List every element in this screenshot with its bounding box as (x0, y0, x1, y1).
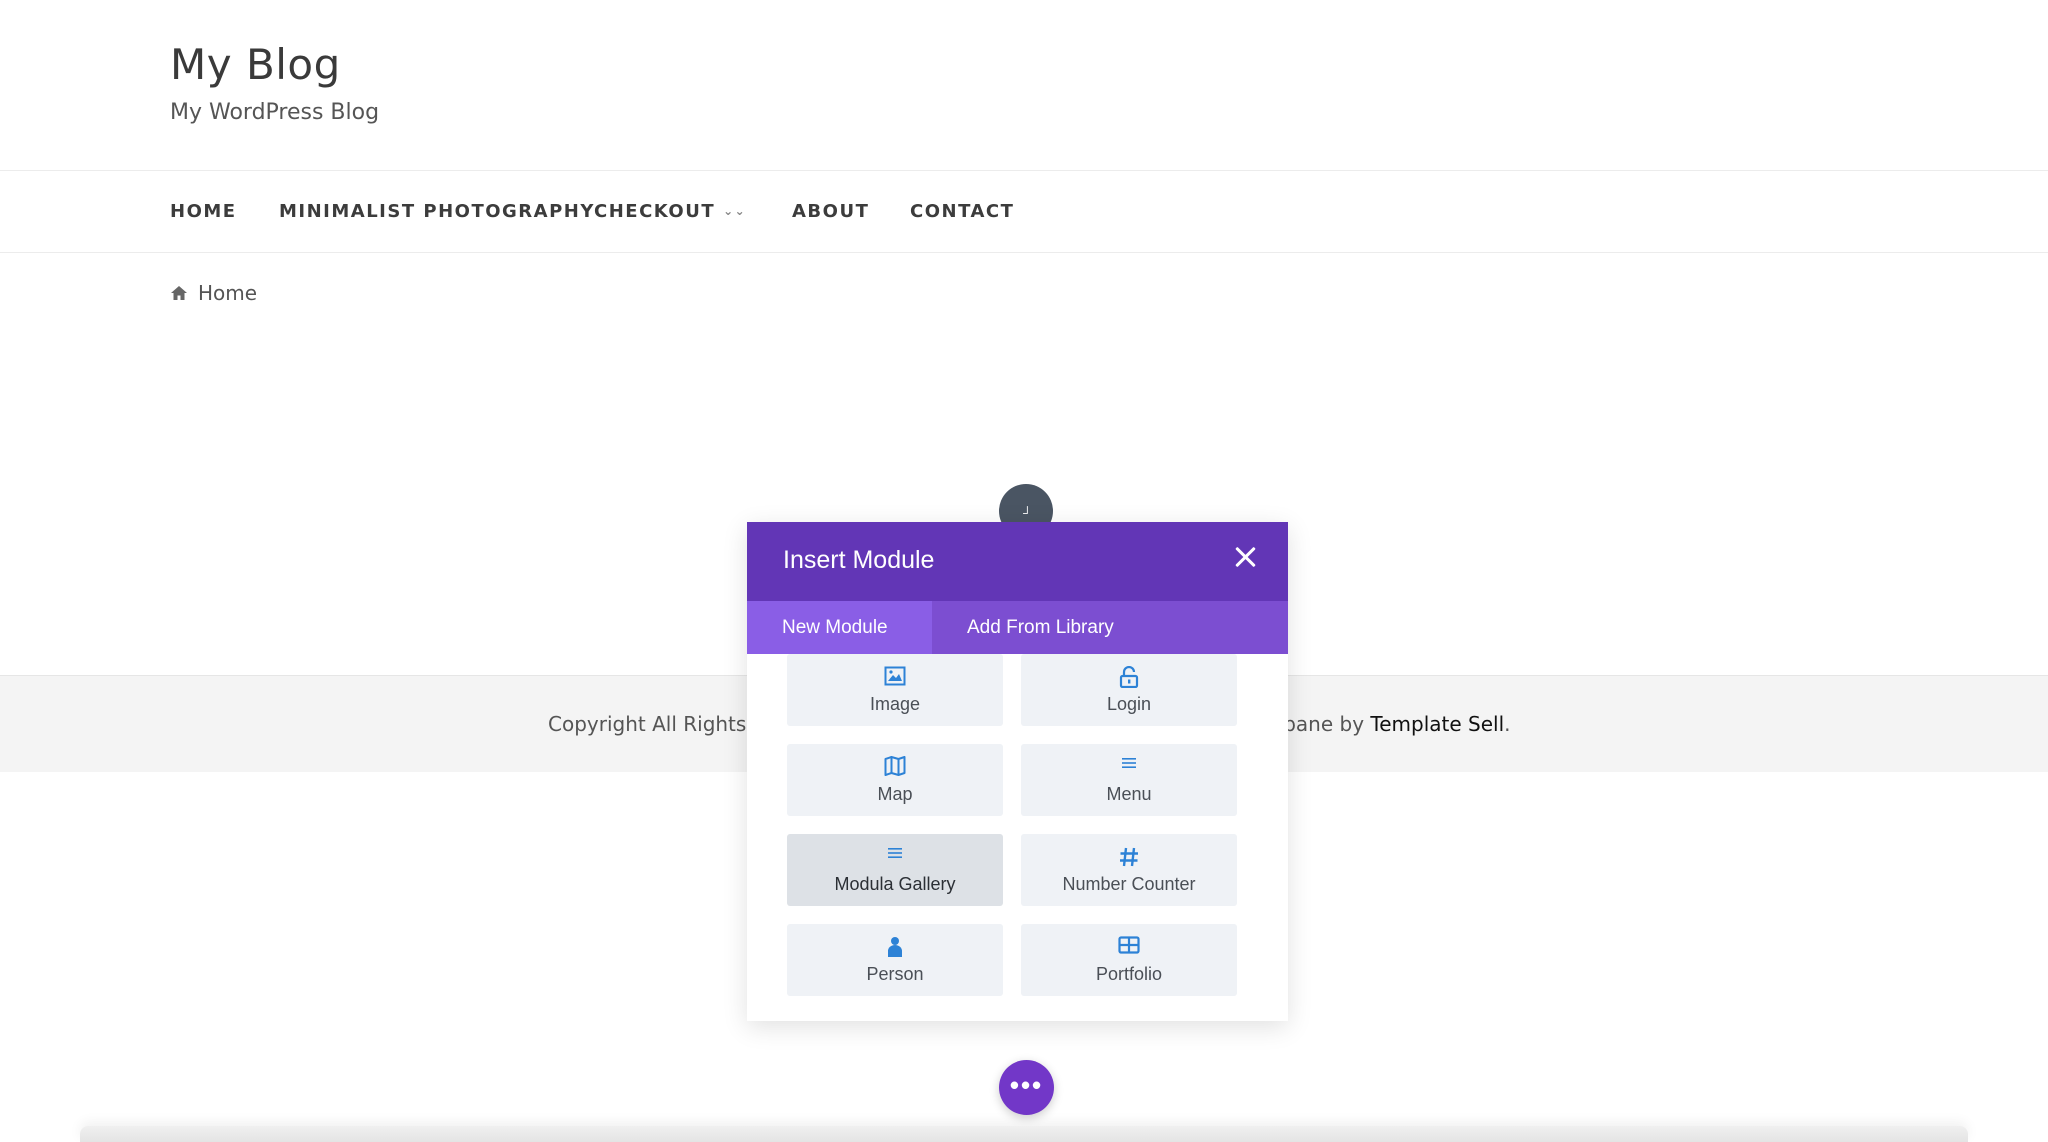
module-label: Map (877, 784, 913, 804)
module-image[interactable]: Image (787, 654, 1003, 726)
more-options-button[interactable]: ••• (999, 1060, 1054, 1115)
module-label: Menu (1106, 784, 1152, 804)
nav-item-label: CONTACT (910, 201, 1015, 222)
module-portfolio[interactable]: Portfolio (1021, 924, 1237, 996)
chevron-down-icon: ⌄⌄ (723, 204, 747, 218)
module-login[interactable]: Login (1021, 654, 1237, 726)
nav-item-label: ABOUT (792, 201, 870, 222)
site-title[interactable]: My Blog (170, 40, 341, 89)
ellipsis-icon: ••• (1009, 1070, 1044, 1100)
module-number-counter[interactable]: Number Counter (1021, 834, 1237, 906)
modal-tabs: New Module Add From Library (747, 601, 1288, 654)
module-label: Login (1106, 694, 1152, 714)
breadcrumb-home-link[interactable]: Home (198, 281, 257, 305)
modal-header: Insert Module (747, 522, 1288, 601)
nav-item-minimalist-photography[interactable]: MINIMALIST PHOTOGRAPHY (279, 201, 595, 222)
module-label: Person (866, 964, 924, 984)
main-navigation: HOME MINIMALIST PHOTOGRAPHY CHECKOUT ⌄⌄ A… (0, 170, 2048, 253)
insert-module-modal: Insert Module New Module Add From Librar… (747, 522, 1288, 1021)
menu-icon (1021, 756, 1237, 778)
site-tagline: My WordPress Blog (170, 100, 380, 125)
footer-credit: rbane by Template Sell. (1275, 712, 1511, 736)
module-grid: Image Login Map Menu Modula Gallery Numb… (747, 654, 1288, 1021)
tab-new-module[interactable]: New Module (747, 601, 932, 654)
nav-item-label: HOME (170, 201, 237, 222)
module-label: Number Counter (1062, 874, 1196, 894)
nav-item-label: CHECKOUT (594, 201, 716, 222)
module-person[interactable]: Person (787, 924, 1003, 996)
footer-credit-text: rbane by (1275, 712, 1371, 736)
module-map[interactable]: Map (787, 744, 1003, 816)
nav-item-contact[interactable]: CONTACT (910, 201, 1014, 222)
nav-item-label: MINIMALIST PHOTOGRAPHY (279, 201, 595, 222)
home-icon (170, 285, 188, 301)
menu-icon (787, 846, 1003, 868)
site-header: My Blog My WordPress Blog (0, 0, 2048, 170)
module-label: Modula Gallery (834, 874, 956, 894)
map-icon (787, 756, 1003, 778)
nav-item-home[interactable]: HOME (170, 201, 237, 222)
breadcrumb: Home (170, 281, 257, 305)
image-icon (787, 666, 1003, 688)
lock-icon (1021, 666, 1237, 688)
plus-icon: ┘ (1023, 506, 1032, 520)
module-label: Image (869, 694, 921, 714)
module-menu[interactable]: Menu (1021, 744, 1237, 816)
module-label: Portfolio (1095, 964, 1163, 984)
template-sell-link[interactable]: Template Sell (1370, 712, 1504, 736)
footer-copyright-text: Copyright All Rights R (548, 712, 767, 736)
bottom-panel-edge (80, 1126, 1968, 1142)
grid-icon (1021, 936, 1237, 958)
hash-icon (1021, 846, 1237, 868)
person-icon (787, 936, 1003, 958)
close-icon[interactable] (1234, 546, 1256, 568)
module-modula-gallery[interactable]: Modula Gallery (787, 834, 1003, 906)
modal-title: Insert Module (783, 546, 935, 574)
nav-item-checkout[interactable]: CHECKOUT ⌄⌄ (594, 201, 746, 222)
footer-trailing: . (1504, 712, 1511, 736)
tab-add-from-library[interactable]: Add From Library (932, 601, 1149, 654)
nav-item-about[interactable]: ABOUT (792, 201, 869, 222)
